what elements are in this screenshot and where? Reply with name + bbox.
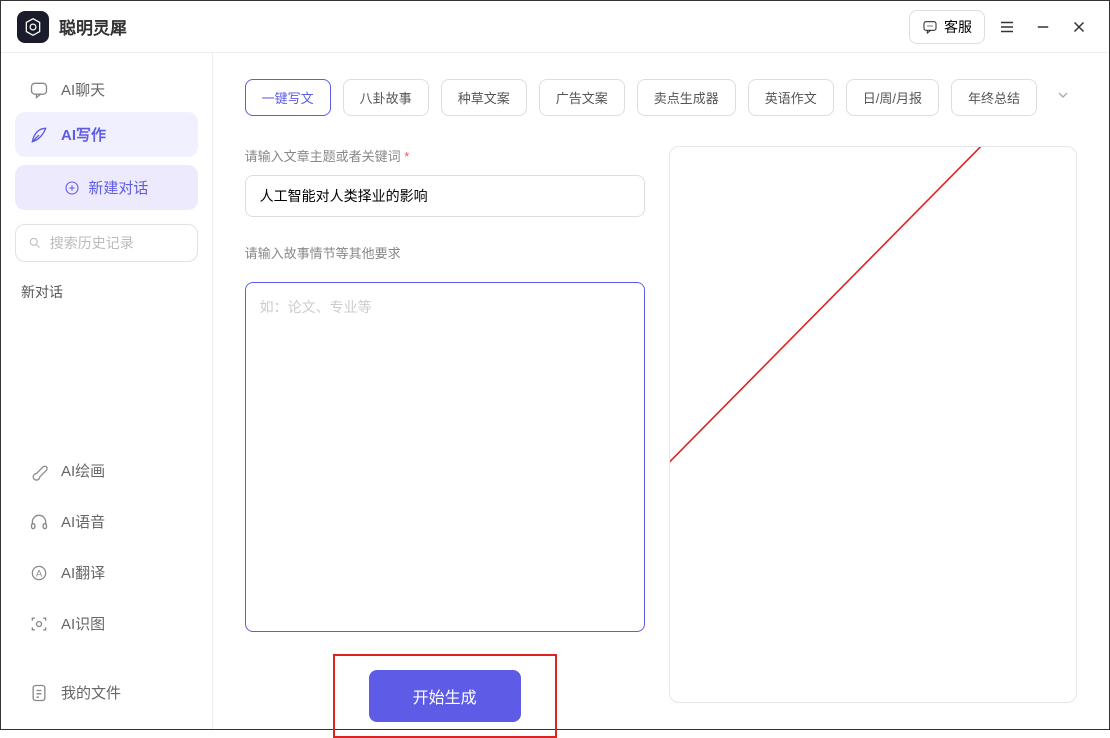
- nav-ai-voice[interactable]: AI语音: [15, 499, 198, 544]
- nav-ai-writing[interactable]: AI写作: [15, 112, 198, 157]
- writing-type-tabs: 一键写文 八卦故事 种草文案 广告文案 卖点生成器 英语作文 日/周/月报 年终…: [245, 79, 1077, 116]
- nav-label: AI翻译: [61, 562, 105, 583]
- nav-ai-painting[interactable]: AI绘画: [15, 448, 198, 493]
- image-scan-icon: [29, 614, 49, 634]
- nav-label: AI语音: [61, 511, 105, 532]
- type-tab-seeding[interactable]: 种草文案: [441, 79, 527, 116]
- highlight-annotation: 开始生成: [333, 654, 557, 738]
- nav-label: AI聊天: [61, 79, 105, 100]
- output-panel: [669, 146, 1077, 703]
- sidebar: AI聊天 AI写作 新建对话 新对话 AI绘画 AI语音: [1, 53, 213, 729]
- expand-tabs-button[interactable]: [1049, 81, 1077, 114]
- type-tab-ads[interactable]: 广告文案: [539, 79, 625, 116]
- type-tab-yearend[interactable]: 年终总结: [951, 79, 1037, 116]
- search-input[interactable]: [50, 235, 185, 251]
- chat-icon: [29, 80, 49, 100]
- nav-label: AI写作: [61, 124, 106, 145]
- requirements-label: 请输入故事情节等其他要求: [245, 243, 645, 262]
- minimize-icon: [1034, 18, 1052, 36]
- translate-icon: A: [29, 563, 49, 583]
- topic-label: 请输入文章主题或者关键词 *: [245, 146, 645, 165]
- brush-icon: [29, 461, 49, 481]
- nav-ai-image-recognition[interactable]: AI识图: [15, 601, 198, 646]
- topic-input[interactable]: [245, 175, 645, 217]
- nav-ai-translate[interactable]: A AI翻译: [15, 550, 198, 595]
- minimize-button[interactable]: [1029, 13, 1057, 41]
- close-icon: [1070, 18, 1088, 36]
- menu-button[interactable]: [993, 13, 1021, 41]
- customer-service-button[interactable]: 客服: [909, 10, 985, 44]
- chat-bubble-icon: [922, 19, 938, 35]
- requirements-textarea[interactable]: [245, 282, 645, 632]
- input-panel: 请输入文章主题或者关键词 * 请输入故事情节等其他要求 开始生成: [245, 146, 645, 703]
- nav-label: 我的文件: [61, 682, 121, 703]
- search-box[interactable]: [15, 224, 198, 262]
- new-conversation-label: 新建对话: [88, 177, 148, 198]
- customer-service-label: 客服: [944, 17, 972, 37]
- plus-circle-icon: [64, 180, 80, 196]
- type-tab-selling-points[interactable]: 卖点生成器: [637, 79, 736, 116]
- menu-icon: [998, 18, 1016, 36]
- headphones-icon: [29, 512, 49, 532]
- close-button[interactable]: [1065, 13, 1093, 41]
- search-icon: [28, 235, 42, 251]
- nav-label: AI识图: [61, 613, 105, 634]
- app-logo-icon: [17, 11, 49, 43]
- type-tab-english[interactable]: 英语作文: [748, 79, 834, 116]
- nav-my-files[interactable]: 我的文件: [15, 670, 198, 715]
- app-title: 聪明灵犀: [59, 14, 127, 39]
- generate-button[interactable]: 开始生成: [369, 670, 521, 722]
- type-tab-reports[interactable]: 日/周/月报: [846, 79, 939, 116]
- annotation-arrow: [670, 147, 1070, 707]
- quill-icon: [29, 125, 49, 145]
- new-conversation-button[interactable]: 新建对话: [15, 165, 198, 210]
- svg-text:A: A: [36, 568, 43, 578]
- file-icon: [29, 683, 49, 703]
- type-tab-onekey[interactable]: 一键写文: [245, 79, 331, 116]
- titlebar: 聪明灵犀 客服: [1, 1, 1109, 53]
- chevron-down-icon: [1055, 87, 1071, 103]
- type-tab-gossip[interactable]: 八卦故事: [343, 79, 429, 116]
- main-content: 一键写文 八卦故事 种草文案 广告文案 卖点生成器 英语作文 日/周/月报 年终…: [213, 53, 1109, 729]
- nav-label: AI绘画: [61, 460, 105, 481]
- nav-ai-chat[interactable]: AI聊天: [15, 67, 198, 112]
- history-item[interactable]: 新对话: [15, 270, 198, 314]
